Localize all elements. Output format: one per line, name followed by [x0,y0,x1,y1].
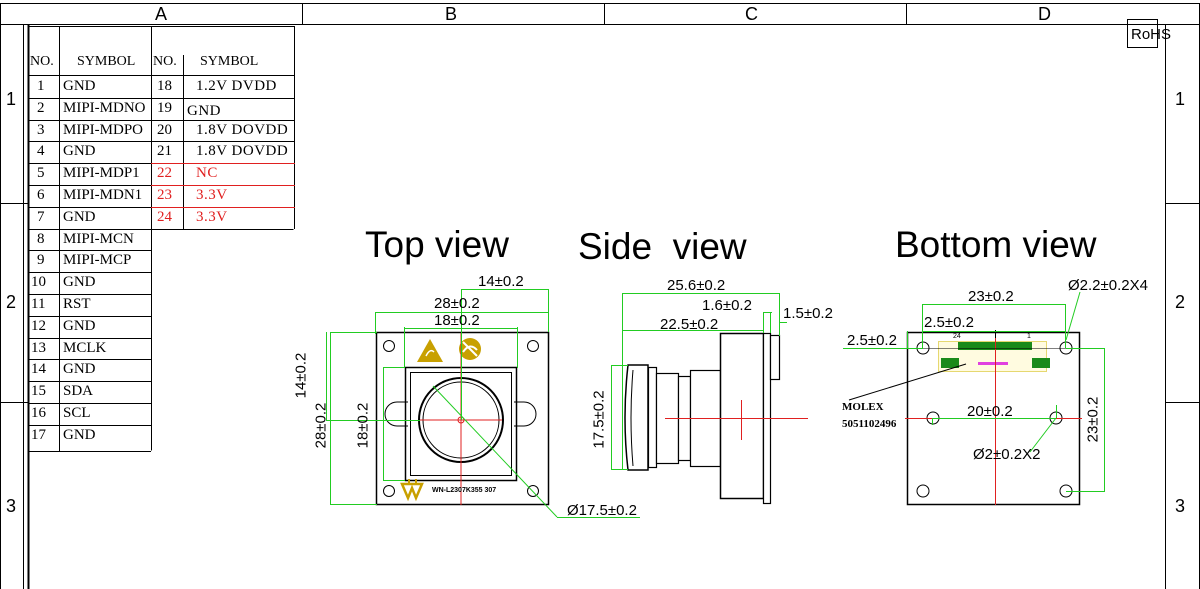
top-view-title: Top view [365,224,509,265]
pin-symbol: 3.3V [196,209,228,225]
pin-symbol: 1.2V DVDD [196,78,277,94]
top-dim-18-horizontal: 18±0.2 [434,312,480,329]
column-label-b: B [445,4,458,24]
bottom-dim-2-5-horizontal: 2.5±0.2 [924,314,974,331]
pin-symbol: GND [63,274,96,290]
pin-number: 14 [31,361,46,377]
connector-brand-label: MOLEX [842,401,884,413]
pin-number: 22 [157,165,172,181]
row-label-3-left: 3 [6,496,17,516]
pin-symbol: GND [63,78,96,94]
side-lens-ring [647,366,658,469]
side-dim-25-6: 25.6±0.2 [667,277,726,294]
bottom-dim-23-vertical: 23±0.2 [1084,396,1102,443]
side-connector [769,334,781,381]
row-label-2-left: 2 [6,292,17,312]
pin-number: 1 [37,78,45,94]
pin-symbol: SDA [63,383,94,399]
pin-symbol: MCLK [63,340,107,356]
drawing-graphics [0,3,1200,589]
bottom-dim-20: 20±0.2 [967,403,1013,420]
bottom-dim-hole-diameter: Ø2.2±0.2X4 [1068,277,1148,294]
pin-number: 13 [31,340,46,356]
pin-symbol: 1.8V DOVDD [196,122,289,138]
pin-symbol: GND [63,361,96,377]
row-label-1-right: 1 [1175,89,1186,109]
pin-number: 21 [157,143,172,159]
pin-symbol: RST [63,296,91,312]
pin-number: 9 [37,252,45,268]
pin-table-header-no-left: NO. [30,54,54,69]
pin-symbol: 1.8V DOVDD [196,143,289,159]
pin-table-header-no-right: NO. [153,54,177,69]
pin-symbol: GND [63,427,96,443]
pin-symbol: MIPI-MDPO [63,122,144,138]
bottom-view-title: Bottom view [895,224,1097,265]
pin-symbol: MIPI-MDN1 [63,187,143,203]
drawing-sheet: A B C D 1 2 3 1 2 3 RoHS NO. SYMBOL NO. … [0,0,1200,589]
row-label-1-left: 1 [6,89,17,109]
side-dim-1-5: 1.5±0.2 [783,305,833,322]
side-dim-1-6: 1.6±0.2 [702,297,752,314]
top-dim-lens-diameter: Ø17.5±0.2 [567,502,637,519]
pin-symbol: SCL [63,405,91,421]
pin-number: 23 [157,187,172,203]
pin-number: 15 [31,383,46,399]
row-label-2-right: 2 [1175,292,1186,312]
row-label-3-right: 3 [1175,496,1186,516]
pin-symbol: GND [63,318,96,334]
pin-symbol: MIPI-MCN [63,231,134,247]
top-dim-14-horizontal: 14±0.2 [478,273,524,290]
side-lens-front [624,364,649,471]
side-view-title: Side view [578,226,747,267]
rohs-logo-icon [459,338,481,360]
side-dim-17-5: 17.5±0.2 [590,390,608,449]
pin-symbol: GND [187,103,221,119]
column-label-c: C [745,4,758,24]
pin-symbol: 3.3V [196,187,228,203]
pin-number: 2 [37,100,45,116]
pin-table-header-symbol-right: SYMBOL [200,54,259,69]
top-dim-14-vertical: 14±0.2 [292,352,310,399]
top-dim-18-vertical: 18±0.2 [354,402,372,449]
top-dim-28-horizontal: 28±0.2 [434,295,480,312]
pin-symbol: MIPI-MDNO [63,100,146,116]
pin-number: 17 [31,427,46,443]
side-dim-22-5: 22.5±0.2 [660,316,719,333]
pin-number: 12 [31,318,46,334]
top-dim-28-vertical: 28±0.2 [312,402,330,449]
rohs-label: RoHS [1131,26,1172,43]
pin-number: 8 [37,231,45,247]
pin-number: 24 [157,209,172,225]
pin-symbol: MIPI-MDP1 [63,165,140,181]
pin-number: 7 [37,209,45,225]
connector-pin-24-label: 24 [953,333,961,340]
pin-number: 5 [37,165,45,181]
bottom-dim-2-5-left: 2.5±0.2 [847,332,897,349]
bottom-dim-small-hole: Ø2±0.2X2 [973,446,1041,463]
pin-number: 11 [31,296,46,312]
column-label-a: A [155,4,168,24]
pin-table-header-symbol-left: SYMBOL [77,54,136,69]
connector-part-label: 5051102496 [842,418,897,430]
pin-symbol: NC [196,165,218,181]
pin-symbol: GND [63,143,96,159]
pin-number: 16 [31,405,46,421]
pin-number: 6 [37,187,45,203]
pin-number: 3 [37,122,45,138]
pin-number: 4 [37,143,45,159]
pin-symbol: MIPI-MCP [63,252,132,268]
pin-number: 19 [157,100,172,116]
pin-number: 10 [31,274,46,290]
pin-symbol: GND [63,209,96,225]
top-view-marking: WN-L2307K355 307 [432,487,497,494]
pin-number: 20 [157,122,172,138]
connector-pin-1-label: 1 [1027,333,1031,340]
top-view-pcb-outline [375,331,550,506]
bottom-dim-23-horizontal: 23±0.2 [968,288,1014,305]
column-label-d: D [1038,4,1051,24]
pin-number: 18 [157,78,172,94]
bottom-view-drawing [843,291,1105,506]
